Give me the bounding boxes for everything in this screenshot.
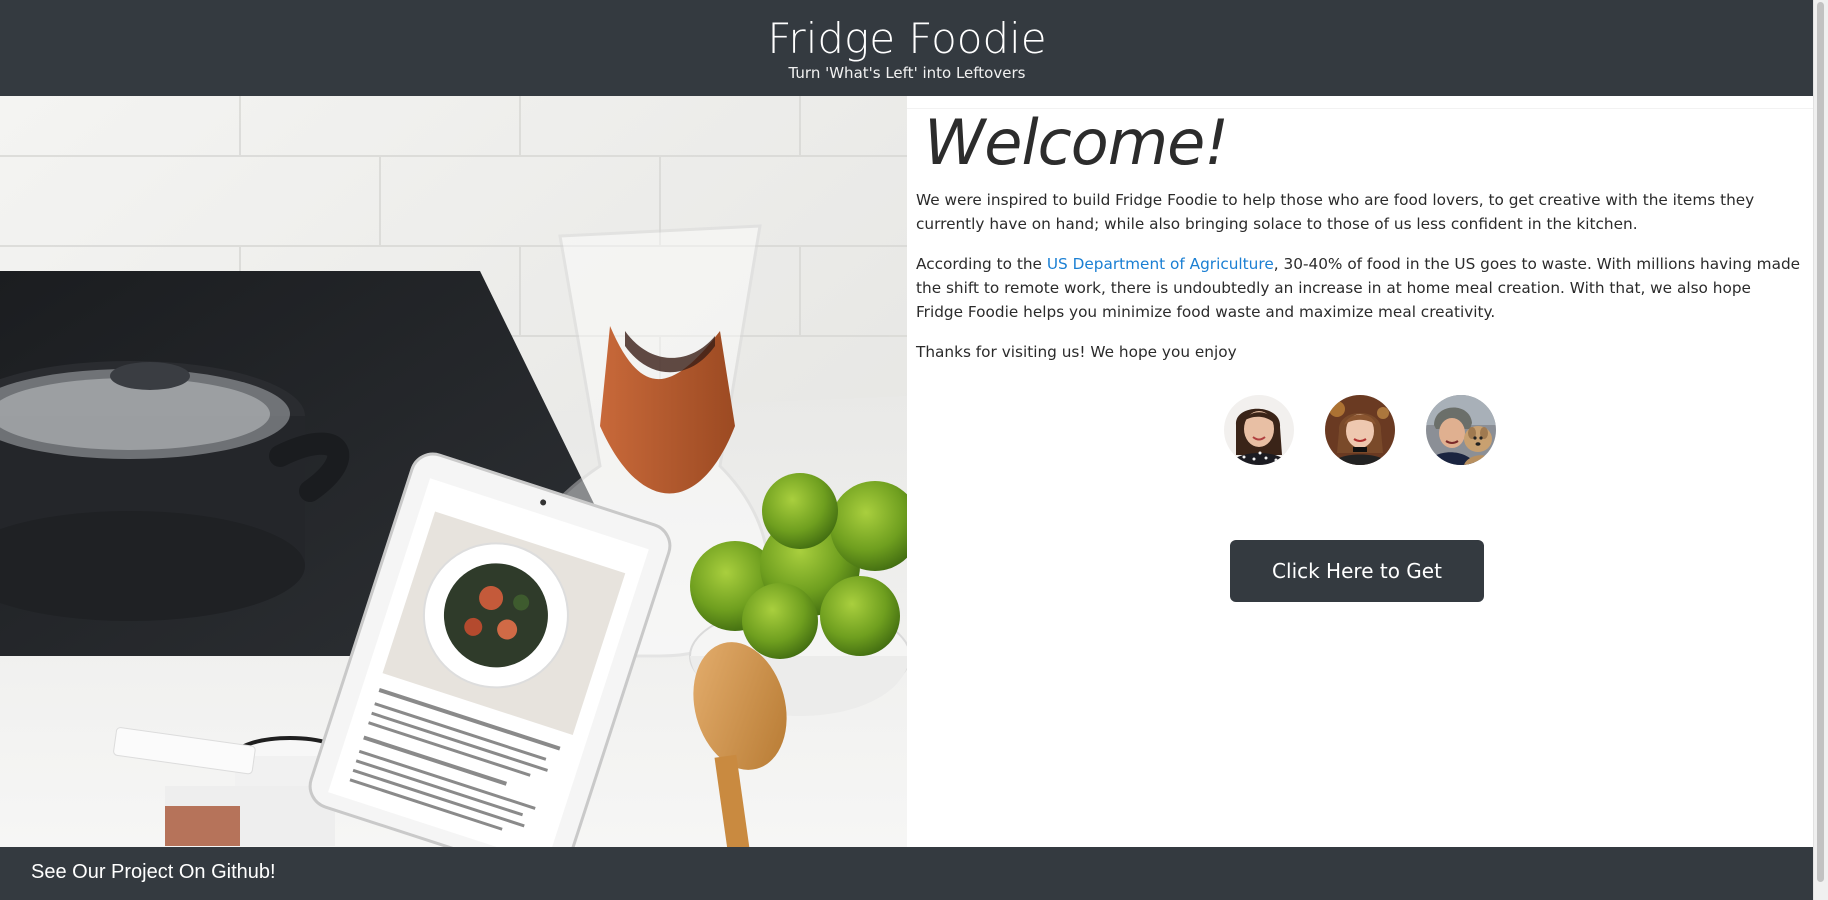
usda-paragraph: According to the US Department of Agricu… [916, 252, 1801, 324]
usda-link[interactable]: US Department of Agriculture [1047, 255, 1274, 273]
avatar [1224, 395, 1294, 465]
welcome-heading: Welcome! [924, 106, 1229, 179]
site-title: Fridge Foodie [767, 14, 1047, 63]
thanks-paragraph: Thanks for visiting us! We hope you enjo… [916, 343, 1237, 361]
intro-paragraph: We were inspired to build Fridge Foodie … [916, 191, 1755, 233]
avatar [1426, 395, 1496, 465]
page: Fridge Foodie Turn 'What's Left' into Le… [0, 0, 1828, 900]
github-link[interactable]: See Our Project On Github! [31, 861, 276, 884]
avatar [1325, 395, 1395, 465]
site-header: Fridge Foodie Turn 'What's Left' into Le… [0, 0, 1814, 96]
site-footer: See Our Project On Github! [0, 847, 1814, 900]
welcome-section: Welcome! We were inspired to build Fridg… [907, 96, 1814, 847]
usda-paragraph-prefix: According to the [916, 255, 1047, 273]
team-avatars [1224, 395, 1514, 467]
hero-image [0, 96, 907, 847]
kitchen-illustration [0, 96, 907, 847]
site-subtitle: Turn 'What's Left' into Leftovers [788, 64, 1026, 82]
get-started-button[interactable]: Click Here to Get Started! [1230, 540, 1484, 645]
scrollbar-thumb[interactable] [1817, 2, 1824, 882]
vertical-scrollbar[interactable] [1813, 0, 1828, 900]
